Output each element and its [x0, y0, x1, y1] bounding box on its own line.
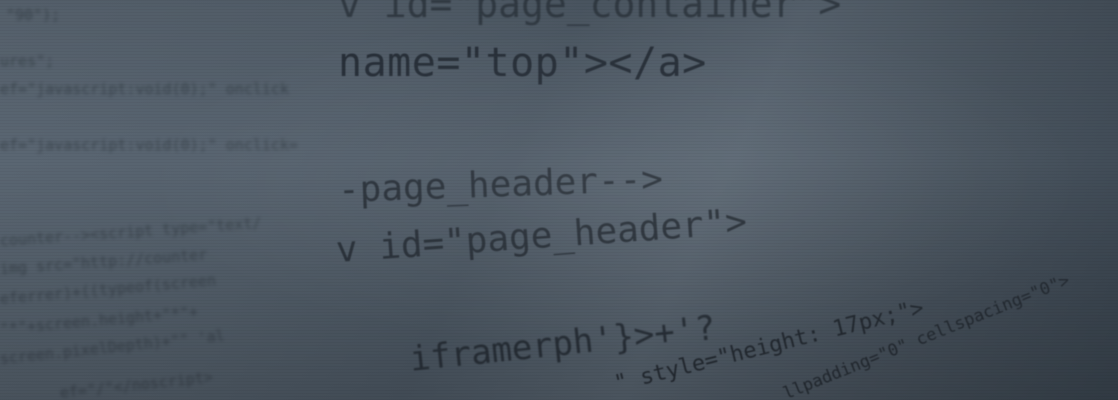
- blurred-code-line: counter--><script type="text/: [0, 213, 262, 250]
- blurred-code-line: ef="javascript:void(0);" onclick=: [0, 136, 299, 154]
- code-line-header-comment: -page_header-->: [337, 158, 664, 211]
- code-line-page-container: v id="page_container">: [338, 0, 842, 26]
- blurred-code-line: ef="/"</noscript>: [59, 368, 214, 400]
- code-line-header-div: v id="page_header">: [334, 201, 749, 271]
- blurred-code-line: eferrer)+((typeof(screen: [0, 271, 217, 308]
- code-screen-photo: "90"); ures"; ef="javascript:void(0);" o…: [0, 0, 1118, 400]
- blurred-code-line: "90");: [6, 6, 61, 24]
- blurred-code-line: img src="http://counter: [0, 245, 208, 278]
- blurred-code-line: ures";: [0, 52, 55, 70]
- code-line-anchor-top: name="top"></a>: [338, 40, 707, 86]
- blurred-code-line: ef="javascript:void(0);" onclick: [0, 80, 289, 98]
